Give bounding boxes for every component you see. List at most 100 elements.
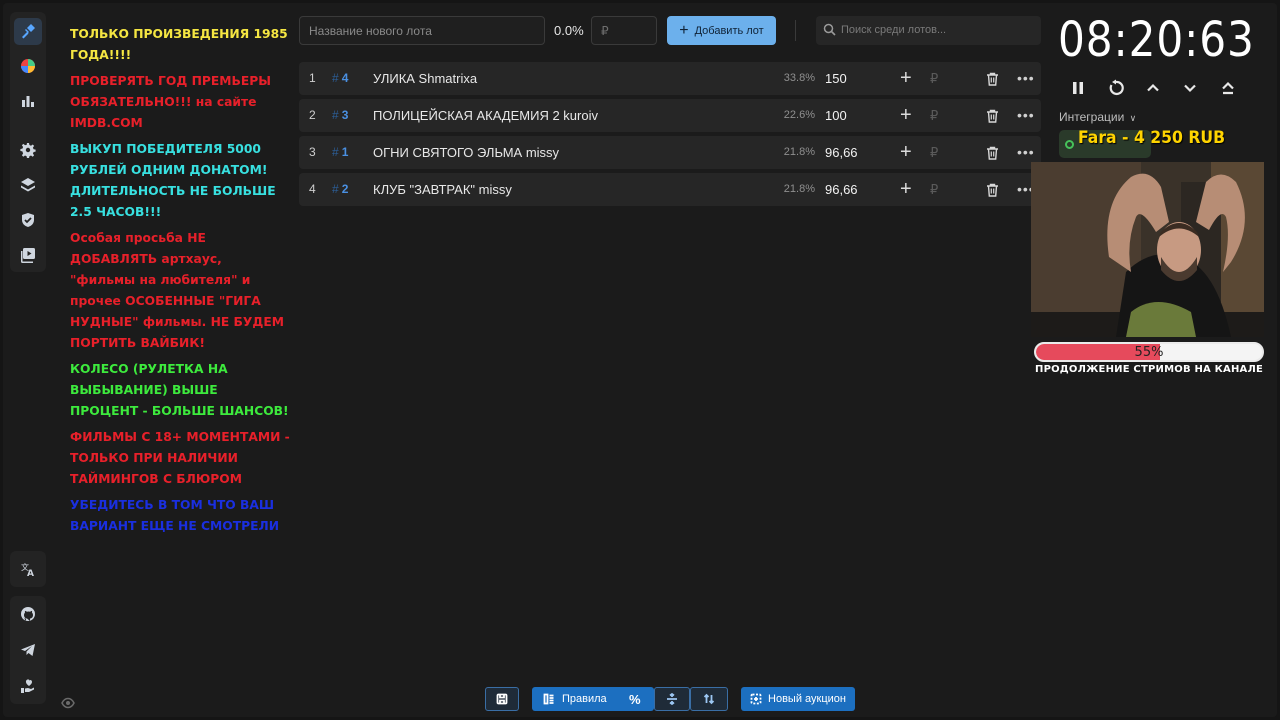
left-nav-rail: 文A [10, 12, 46, 712]
lot-percent: 33.8% [783, 72, 815, 84]
sort-icon[interactable] [690, 687, 728, 711]
stats-chart-icon[interactable] [14, 88, 42, 115]
currency-icon: ₽ [930, 182, 939, 197]
auction-hammer-icon[interactable] [14, 18, 42, 45]
lot-number[interactable]: #2 [332, 173, 348, 206]
progress-caption: ПРОДОЛЖЕНИЕ СТРИМОВ НА КАНАЛЕ [1035, 364, 1263, 375]
webcam-overlay [1031, 162, 1264, 337]
nav-group-links [10, 596, 46, 704]
donation-alert: Fara - 4 250 RUB [1078, 128, 1226, 148]
shield-check-icon[interactable] [14, 206, 42, 233]
double-up-icon[interactable] [1216, 76, 1240, 100]
rule-line: ПРОВЕРЯТЬ ГОД ПРЕМЬЕРЫ ОБЯЗАТЕЛЬНО!!! на… [70, 74, 272, 130]
stream-progress-bar: 55% [1034, 342, 1264, 362]
lot-title[interactable]: ПОЛИЦЕЙСКАЯ АКАДЕМИЯ 2 kuroiv [373, 99, 598, 132]
rule-line: УБЕДИТЕСЬ В ТОМ ЧТО ВАШ ВАРИАНТ ЕЩЕ НЕ С… [70, 498, 280, 533]
svg-text:A: A [27, 569, 34, 577]
integrations-dropdown[interactable]: Интеграции ∨ [1059, 110, 1136, 124]
chevron-up-icon[interactable] [1141, 76, 1165, 100]
nav-group-main [10, 12, 46, 272]
github-icon[interactable] [14, 600, 42, 628]
layers-icon[interactable] [14, 171, 42, 198]
add-lot-button[interactable]: + Добавить лот [667, 16, 776, 45]
donate-hand-icon[interactable] [14, 672, 42, 700]
currency-icon: ₽ [930, 145, 939, 160]
lot-row[interactable]: 3 #1 ОГНИ СВЯТОГО ЭЛЬМА missy 21.8% 96,6… [299, 136, 1041, 169]
split-view-icon[interactable] [654, 687, 690, 711]
video-library-icon[interactable] [14, 241, 42, 268]
add-amount-button[interactable]: + [900, 136, 912, 169]
integrations-label: Интеграции [1059, 110, 1125, 124]
lot-number[interactable]: #3 [332, 99, 348, 132]
rules-list-icon [543, 693, 554, 705]
lot-row[interactable]: 1 #4 УЛИКА Shmatrixa 33.8% 150 + ₽ ••• [299, 62, 1041, 95]
add-amount-button[interactable]: + [900, 173, 912, 206]
auction-rules-text: ТОЛЬКО ПРОИЗВЕДЕНИЯ 1985 ГОДА!!!! ПРОВЕР… [70, 24, 290, 542]
lot-index: 2 [309, 108, 316, 122]
lot-number[interactable]: #4 [332, 62, 348, 95]
trash-icon[interactable] [986, 183, 999, 197]
search-icon [823, 23, 836, 36]
rules-toggle-button[interactable]: Правила % [532, 687, 654, 711]
lot-amount[interactable]: 96,66 [825, 173, 858, 206]
search-lots-input[interactable]: Поиск среди лотов... [816, 16, 1041, 45]
settings-gear-icon[interactable] [14, 136, 42, 163]
currency-icon: ₽ [930, 71, 939, 86]
lot-toolbar: Название нового лота 0.0% ₽ + Добавить л… [299, 16, 1041, 45]
lot-number[interactable]: #1 [332, 136, 348, 169]
amount-input[interactable]: ₽ [591, 16, 657, 45]
save-icon[interactable] [485, 687, 519, 711]
telegram-icon[interactable] [14, 636, 42, 664]
add-amount-button[interactable]: + [900, 99, 912, 132]
new-auction-button[interactable]: Новый аукцион [741, 687, 855, 711]
percent-toggle[interactable]: % [629, 692, 641, 707]
lot-index: 3 [309, 145, 316, 159]
add-lot-label: Добавить лот [694, 24, 764, 37]
lot-amount[interactable]: 100 [825, 99, 847, 132]
translate-icon[interactable]: 文A [14, 555, 42, 583]
lot-title[interactable]: КЛУБ "ЗАВТРАК" missy [373, 173, 512, 206]
lot-percent: 21.8% [783, 183, 815, 195]
add-amount-button[interactable]: + [900, 62, 912, 95]
eye-icon[interactable] [61, 696, 75, 709]
currency-icon: ₽ [930, 108, 939, 123]
lot-title[interactable]: УЛИКА Shmatrixa [373, 62, 477, 95]
rule-line: Особая просьба НЕ ДОБАВЛЯТЬ артхаус, "фи… [70, 231, 284, 350]
timer-controls [1066, 76, 1241, 100]
auction-timer: 08:20:63 [1058, 12, 1255, 68]
lot-index: 1 [309, 71, 316, 85]
lot-title[interactable]: ОГНИ СВЯТОГО ЭЛЬМА missy [373, 136, 559, 169]
wheel-pie-icon[interactable] [14, 53, 42, 80]
lot-index: 4 [309, 182, 316, 196]
new-auction-icon [750, 693, 762, 705]
trash-icon[interactable] [986, 72, 999, 86]
lot-amount[interactable]: 96,66 [825, 136, 858, 169]
rule-line: ТОЛЬКО ПРОИЗВЕДЕНИЯ 1985 ГОДА!!!! [70, 27, 288, 62]
plus-icon: + [679, 21, 689, 39]
lots-list: 1 #4 УЛИКА Shmatrixa 33.8% 150 + ₽ ••• 2… [299, 62, 1041, 210]
search-placeholder: Поиск среди лотов... [841, 24, 947, 36]
more-options-icon[interactable]: ••• [1017, 99, 1035, 132]
lot-percent: 21.8% [783, 146, 815, 158]
nav-group-lang: 文A [10, 551, 46, 587]
rule-line: КОЛЕСО (РУЛЕТКА НА ВЫБЫВАНИЕ) ВЫШЕ ПРОЦЕ… [70, 362, 289, 418]
lot-name-input[interactable]: Название нового лота [299, 16, 545, 45]
status-dot-icon [1065, 140, 1074, 149]
more-options-icon[interactable]: ••• [1017, 62, 1035, 95]
trash-icon[interactable] [986, 146, 999, 160]
percent-value: 0.0% [554, 23, 584, 38]
progress-percent: 55% [1134, 345, 1164, 360]
lot-amount[interactable]: 150 [825, 62, 847, 95]
rule-line: ВЫКУП ПОБЕДИТЕЛЯ 5000 РУБЛЕЙ ОДНИМ ДОНАТ… [70, 142, 268, 177]
rules-label: Правила [562, 693, 607, 705]
trash-icon[interactable] [986, 109, 999, 123]
reset-icon[interactable] [1104, 76, 1128, 100]
webcam-image [1031, 162, 1264, 337]
rule-line: ФИЛЬМЫ С 18+ МОМЕНТАМИ - ТОЛЬКО ПРИ НАЛИ… [70, 430, 290, 486]
lot-row[interactable]: 2 #3 ПОЛИЦЕЙСКАЯ АКАДЕМИЯ 2 kuroiv 22.6%… [299, 99, 1041, 132]
pause-icon[interactable] [1066, 76, 1090, 100]
rule-line: ДЛИТЕЛЬНОСТЬ НЕ БОЛЬШЕ 2.5 ЧАСОВ!!! [70, 184, 276, 219]
lot-row[interactable]: 4 #2 КЛУБ "ЗАВТРАК" missy 21.8% 96,66 + … [299, 173, 1041, 206]
chevron-down-icon[interactable] [1178, 76, 1202, 100]
chevron-down-icon: ∨ [1129, 113, 1137, 123]
